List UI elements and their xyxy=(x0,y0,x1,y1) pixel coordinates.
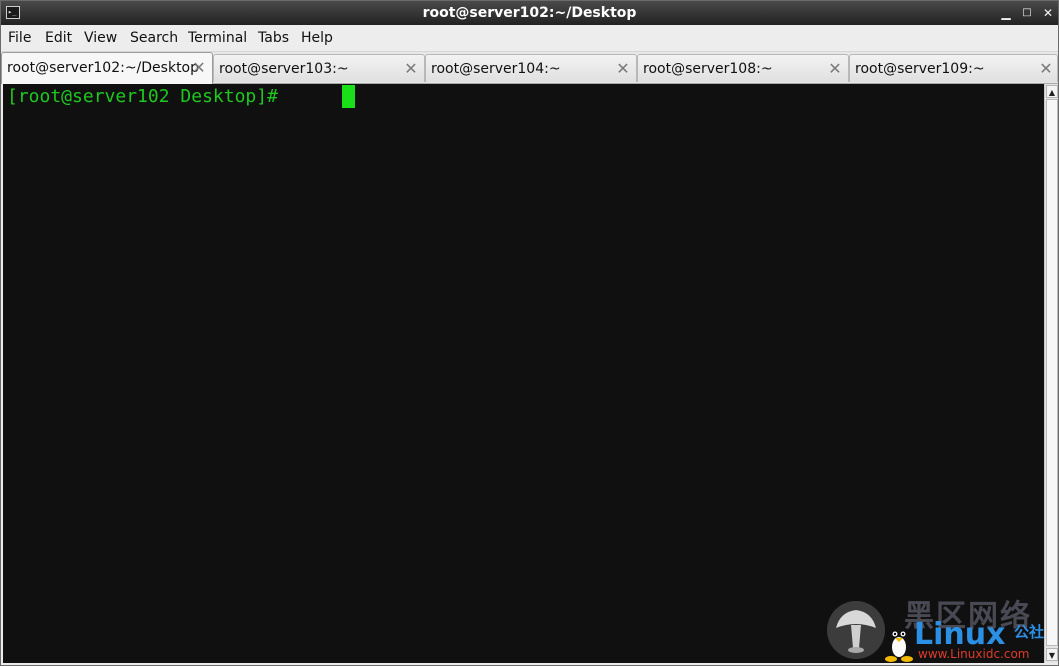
tab-server103[interactable]: root@server103:~ ✕ xyxy=(213,54,425,82)
menu-edit[interactable]: Edit xyxy=(45,29,72,47)
menu-help[interactable]: Help xyxy=(301,29,333,47)
tab-server102[interactable]: root@server102:~/Desktop ✕ xyxy=(1,52,213,84)
tab-label: root@server103:~ xyxy=(219,61,349,77)
tab-close-icon[interactable]: ✕ xyxy=(403,60,419,78)
terminal-output[interactable]: [root@server102 Desktop]# xyxy=(3,84,1044,663)
menu-file[interactable]: File xyxy=(8,29,31,47)
watermark-url: www.Linuxidc.com xyxy=(918,647,1030,661)
minimize-icon[interactable]: ▁ xyxy=(998,5,1014,21)
tab-server104[interactable]: root@server104:~ ✕ xyxy=(425,54,637,82)
title-bar[interactable]: ▸_ root@server102:~/Desktop ▁ □ ✕ xyxy=(1,1,1058,25)
vertical-scrollbar[interactable]: ▲ ▼ xyxy=(1044,84,1058,663)
terminal-window: ▸_ root@server102:~/Desktop ▁ □ ✕ File E… xyxy=(0,0,1059,666)
tab-bar: root@server102:~/Desktop ✕ root@server10… xyxy=(1,52,1058,84)
maximize-icon[interactable]: □ xyxy=(1019,5,1035,21)
shell-prompt: [root@server102 Desktop]# xyxy=(7,86,289,107)
tab-close-icon[interactable]: ✕ xyxy=(1038,60,1054,78)
scroll-thumb[interactable] xyxy=(1046,99,1058,646)
window-title: root@server102:~/Desktop xyxy=(422,5,637,21)
tab-server109[interactable]: root@server109:~ ✕ xyxy=(849,54,1058,82)
menu-bar: File Edit View Search Terminal Tabs Help xyxy=(1,25,1058,52)
linuxidc-watermark: 黑区网络 Linux 公社 www.Linuxidc.com xyxy=(826,600,1058,664)
menu-tabs[interactable]: Tabs xyxy=(258,29,289,47)
tab-label: root@server104:~ xyxy=(431,61,561,77)
tab-close-icon[interactable]: ✕ xyxy=(191,59,207,77)
menu-terminal[interactable]: Terminal xyxy=(188,29,247,47)
text-cursor xyxy=(342,85,355,108)
tab-label: root@server102:~/Desktop xyxy=(7,60,200,76)
mushroom-logo-icon xyxy=(827,601,885,659)
tab-server108[interactable]: root@server108:~ ✕ xyxy=(637,54,849,82)
watermark-brand-cn: 公社 xyxy=(1014,623,1045,641)
tab-close-icon[interactable]: ✕ xyxy=(827,60,843,78)
tab-label: root@server109:~ xyxy=(855,61,985,77)
menu-view[interactable]: View xyxy=(84,29,117,47)
tab-label: root@server108:~ xyxy=(643,61,773,77)
menu-search[interactable]: Search xyxy=(130,29,178,47)
tab-close-icon[interactable]: ✕ xyxy=(615,60,631,78)
scroll-up-icon[interactable]: ▲ xyxy=(1046,85,1058,98)
close-icon[interactable]: ✕ xyxy=(1040,5,1056,21)
